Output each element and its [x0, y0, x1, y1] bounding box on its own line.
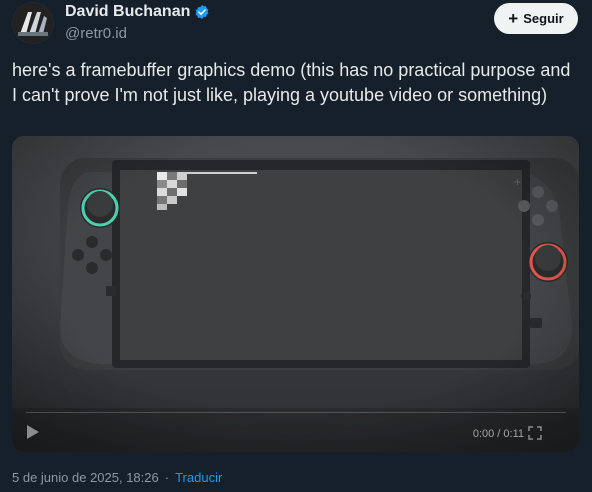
translate-link[interactable]: Traducir — [175, 470, 222, 485]
play-icon[interactable] — [26, 424, 40, 445]
follow-button-label: Seguir — [523, 11, 564, 26]
author-header: David Buchanan — [65, 3, 210, 21]
follow-button[interactable]: + Seguir — [494, 3, 578, 34]
avatar[interactable] — [12, 2, 54, 44]
author-name[interactable]: David Buchanan — [65, 3, 190, 21]
video-frame: + — [12, 136, 579, 452]
author-handle[interactable]: @retr0.id — [65, 25, 127, 42]
tweet-timestamp[interactable]: 5 de junio de 2025, 18:26 — [12, 470, 159, 485]
plus-icon: + — [508, 9, 519, 28]
video-timer: 0:00 / 0:11 — [472, 428, 524, 440]
fullscreen-icon[interactable] — [528, 426, 542, 445]
verified-badge-icon — [194, 4, 210, 20]
video-player[interactable]: + — [12, 136, 579, 452]
tweet-meta: 5 de junio de 2025, 18:26 · Traducir — [12, 470, 222, 485]
meta-separator: · — [164, 470, 170, 485]
tweet-text: here's a framebuffer graphics demo (this… — [12, 60, 571, 105]
